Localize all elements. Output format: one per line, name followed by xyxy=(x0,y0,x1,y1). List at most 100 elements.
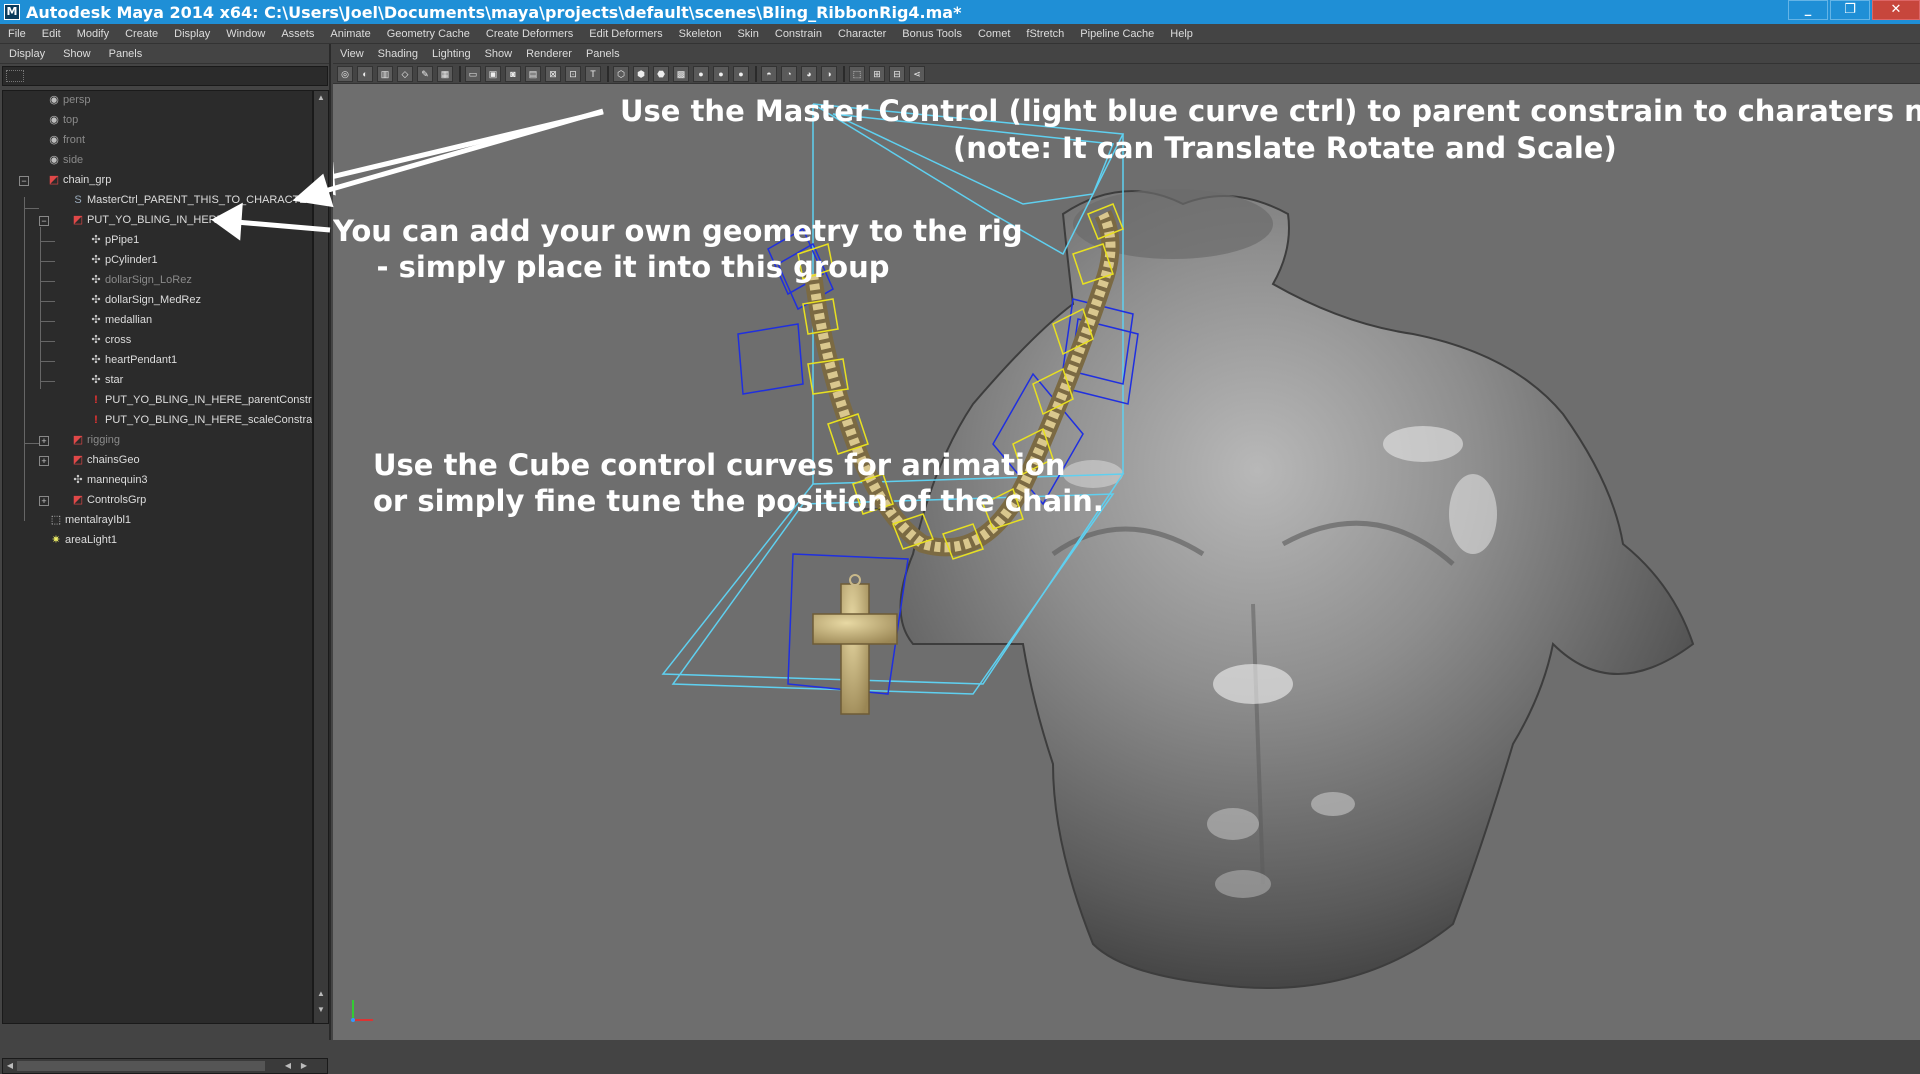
textured-icon[interactable]: ▩ xyxy=(673,65,689,82)
menu-fstretch[interactable]: fStretch xyxy=(1018,28,1072,40)
menu-assets[interactable]: Assets xyxy=(273,28,322,40)
anti-aliasing-icon[interactable]: ◔ xyxy=(781,65,797,82)
viewport-menu-shading[interactable]: Shading xyxy=(371,48,425,60)
shadows-icon[interactable]: ● xyxy=(713,65,729,82)
outliner-menu-show[interactable]: Show xyxy=(54,48,100,60)
outliner-item-medallian[interactable]: ✣ medallian xyxy=(89,311,152,329)
menu-pipeline-cache[interactable]: Pipeline Cache xyxy=(1072,28,1162,40)
scroll-down-arrow-icon[interactable]: ▼ xyxy=(316,1005,326,1015)
menu-edit[interactable]: Edit xyxy=(34,28,69,40)
outliner-item-star[interactable]: ✣ star xyxy=(89,371,123,389)
menu-create-deformers[interactable]: Create Deformers xyxy=(478,28,581,40)
outliner-item-arealight1[interactable]: ✷ areaLight1 xyxy=(49,531,117,549)
menu-modify[interactable]: Modify xyxy=(69,28,117,40)
scroll-up-arrow-icon[interactable]: ▲ xyxy=(316,93,326,103)
menu-skin[interactable]: Skin xyxy=(729,28,766,40)
outliner-item-put-yo-bling-in-here[interactable]: ◩ PUT_YO_BLING_IN_HERE xyxy=(71,211,224,229)
viewport-menu-show[interactable]: Show xyxy=(478,48,520,60)
xray-icon[interactable]: ◑ xyxy=(821,65,837,82)
menu-skeleton[interactable]: Skeleton xyxy=(671,28,730,40)
collapse-toggle-bling-group[interactable]: − xyxy=(39,216,49,226)
menu-file[interactable]: File xyxy=(0,28,34,40)
outliner-item-pcylinder1[interactable]: ✣ pCylinder1 xyxy=(89,251,157,269)
outliner-horizontal-scrollbar[interactable]: ◀ ◀ ▶ xyxy=(2,1058,328,1074)
share-icon[interactable]: ⋖ xyxy=(909,65,925,82)
outliner-search-input[interactable] xyxy=(29,68,325,84)
grease-pencil-icon[interactable]: ✎ xyxy=(417,65,433,82)
menu-constrain[interactable]: Constrain xyxy=(767,28,830,40)
outliner-item-cross[interactable]: ✣ cross xyxy=(89,331,131,349)
mannequin-mesh[interactable] xyxy=(899,189,1695,989)
viewport-menu-view[interactable]: View xyxy=(333,48,371,60)
bookmark-icon[interactable]: ▥ xyxy=(377,65,393,82)
close-button[interactable]: ✕ xyxy=(1872,0,1920,20)
grid-icon[interactable]: ▦ xyxy=(437,65,453,82)
safe-action-icon[interactable]: ⊠ xyxy=(545,65,561,82)
scroll-left-arrow-icon[interactable]: ◀ xyxy=(283,1060,293,1072)
camera-attributes-icon[interactable]: ◐ xyxy=(357,65,373,82)
outliner-item-heartpendant1[interactable]: ✣ heartPendant1 xyxy=(89,351,177,369)
menu-animate[interactable]: Animate xyxy=(322,28,378,40)
film-gate-icon[interactable]: ▭ xyxy=(465,65,481,82)
scrollbar-thumb[interactable] xyxy=(17,1061,265,1071)
scroll-up-arrow-icon[interactable]: ▲ xyxy=(316,989,326,999)
restore-button[interactable]: ❐ xyxy=(1830,0,1870,20)
outliner-menu-display[interactable]: Display xyxy=(0,48,54,60)
outliner-item-rigging[interactable]: ◩ rigging xyxy=(71,431,120,449)
filter-toggle-icon[interactable] xyxy=(6,70,24,82)
outliner-item-persp[interactable]: ◉ persp xyxy=(47,91,90,109)
outliner-item-mentalrayibl1[interactable]: ⬚ mentalrayIbl1 xyxy=(49,511,131,529)
image-plane-icon[interactable]: ◇ xyxy=(397,65,413,82)
outliner-item-dollarsign-lorez[interactable]: ✣ dollarSign_LoRez xyxy=(89,271,191,289)
outliner-vertical-scrollbar[interactable]: ▲ ▲ ▼ xyxy=(313,90,329,1024)
outliner-menu-panels[interactable]: Panels xyxy=(100,48,152,60)
field-chart-icon[interactable]: ▤ xyxy=(525,65,541,82)
depth-of-field-icon[interactable]: ◕ xyxy=(801,65,817,82)
select-camera-icon[interactable]: ◎ xyxy=(337,65,353,82)
viewport-menu-renderer[interactable]: Renderer xyxy=(519,48,579,60)
outliner-item-scale-constraint[interactable]: ! PUT_YO_BLING_IN_HERE_scaleConstraint1 xyxy=(89,411,312,429)
collapse-toggle-chain-grp[interactable]: − xyxy=(19,176,29,186)
outliner-item-front[interactable]: ◉ front xyxy=(47,131,85,149)
resolution-gate-icon[interactable]: ▣ xyxy=(485,65,501,82)
gate-mask-icon[interactable]: ◙ xyxy=(505,65,521,82)
menu-edit-deformers[interactable]: Edit Deformers xyxy=(581,28,670,40)
menu-bonus-tools[interactable]: Bonus Tools xyxy=(894,28,970,40)
menu-geometry-cache[interactable]: Geometry Cache xyxy=(379,28,478,40)
viewport-menu-lighting[interactable]: Lighting xyxy=(425,48,478,60)
ambient-occlusion-icon[interactable]: ● xyxy=(733,65,749,82)
motion-blur-icon[interactable]: ◓ xyxy=(761,65,777,82)
xray-joints-icon[interactable]: ⊞ xyxy=(869,65,885,82)
outliner-item-parent-constraint[interactable]: ! PUT_YO_BLING_IN_HERE_parentConstrain xyxy=(89,391,312,409)
outliner-item-mannequin3[interactable]: ✣ mannequin3 xyxy=(71,471,147,489)
hud-icon[interactable]: T xyxy=(585,65,601,82)
outliner-item-chain-grp[interactable]: ◩ chain_grp xyxy=(47,171,112,189)
outliner-item-controlsgrp[interactable]: ◩ ControlsGrp xyxy=(71,491,147,509)
menu-window[interactable]: Window xyxy=(218,28,273,40)
menu-display[interactable]: Display xyxy=(166,28,218,40)
menu-create[interactable]: Create xyxy=(117,28,166,40)
expand-toggle-controlsgrp[interactable]: + xyxy=(39,496,49,506)
minimize-button[interactable]: _ xyxy=(1788,0,1828,20)
scroll-right-arrow-icon[interactable]: ▶ xyxy=(299,1060,309,1072)
outliner-item-chainsgeo[interactable]: ◩ chainsGeo xyxy=(71,451,140,469)
viewport-menu-panels[interactable]: Panels xyxy=(579,48,627,60)
outliner-item-dollarsign-medrez[interactable]: ✣ dollarSign_MedRez xyxy=(89,291,201,309)
outliner-item-ppipe1[interactable]: ✣ pPipe1 xyxy=(89,231,139,249)
use-all-lights-icon[interactable]: ● xyxy=(693,65,709,82)
wireframe-icon[interactable]: ⬡ xyxy=(613,65,629,82)
safe-title-icon[interactable]: ⊡ xyxy=(565,65,581,82)
expand-toggle-rigging[interactable]: + xyxy=(39,436,49,446)
outliner-item-masterctrl[interactable]: S MasterCtrl_PARENT_THIS_TO_CHARACTER xyxy=(71,191,312,209)
menu-character[interactable]: Character xyxy=(830,28,894,40)
xray-active-components-icon[interactable]: ⊟ xyxy=(889,65,905,82)
outliner-item-side[interactable]: ◉ side xyxy=(47,151,83,169)
3d-viewport[interactable]: Use the Master Control (light blue curve… xyxy=(333,84,1920,1040)
isolate-select-icon[interactable]: ⬚ xyxy=(849,65,865,82)
outliner-item-top[interactable]: ◉ top xyxy=(47,111,78,129)
smooth-shade-icon[interactable]: ⬢ xyxy=(633,65,649,82)
wireframe-on-shaded-icon[interactable]: ⬣ xyxy=(653,65,669,82)
menu-comet[interactable]: Comet xyxy=(970,28,1018,40)
scroll-left-arrow-icon[interactable]: ◀ xyxy=(5,1060,15,1072)
expand-toggle-chainsgeo[interactable]: + xyxy=(39,456,49,466)
